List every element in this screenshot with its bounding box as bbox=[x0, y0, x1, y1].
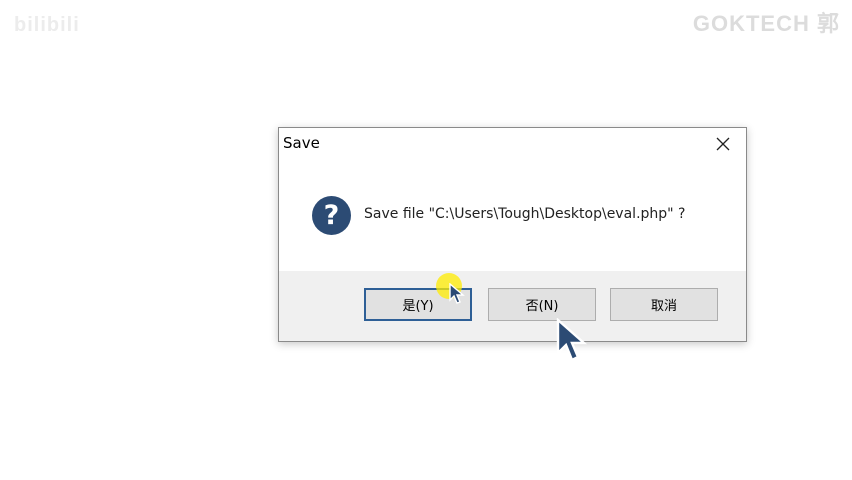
bilibili-watermark: bilibili bbox=[14, 14, 80, 36]
dialog-title: Save bbox=[283, 134, 320, 152]
no-button[interactable]: 否(N) bbox=[488, 288, 596, 321]
close-icon bbox=[716, 137, 730, 151]
cursor-small-icon bbox=[449, 283, 465, 304]
question-icon: ? bbox=[312, 196, 351, 235]
dialog-titlebar: Save bbox=[279, 128, 746, 160]
dialog-button-bar: 是(Y) 否(N) 取消 bbox=[279, 271, 746, 341]
cancel-button[interactable]: 取消 bbox=[610, 288, 718, 321]
save-dialog: Save ? Save file "C:\Users\Tough\Desktop… bbox=[278, 127, 747, 342]
dialog-content: ? Save file "C:\Users\Tough\Desktop\eval… bbox=[279, 160, 746, 271]
close-button[interactable] bbox=[700, 128, 746, 160]
goktech-watermark: GOKTECH 郭 bbox=[692, 11, 840, 36]
cursor-large-icon bbox=[556, 318, 588, 362]
dialog-message: Save file "C:\Users\Tough\Desktop\eval.p… bbox=[364, 206, 686, 222]
